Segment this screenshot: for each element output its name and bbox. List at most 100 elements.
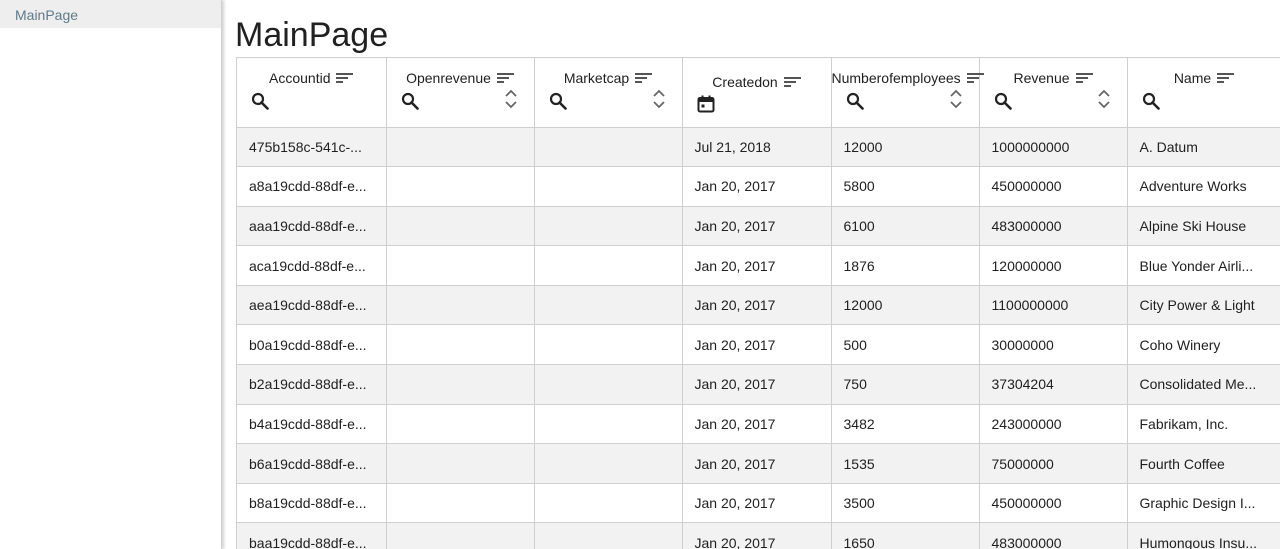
cell-openrevenue [386,483,535,524]
sort-icon[interactable] [783,76,801,88]
table-row[interactable]: b0a19cdd-88df-e... Jan 20, 2017 500 3000000… [237,324,1280,366]
cell-revenue: 483000000 [979,206,1128,247]
cell-numberofemployees: 1535 [831,443,980,484]
column-header-marketcap[interactable]: Marketcap [534,58,683,128]
search-icon[interactable] [549,92,567,110]
cell-createdon: Jan 20, 2017 [682,324,832,366]
cell-numberofemployees: 5800 [831,166,980,207]
cell-openrevenue [386,206,535,247]
cell-createdon: Jan 20, 2017 [682,285,832,326]
cell-createdon: Jan 20, 2017 [682,206,832,247]
sidebar-item-mainpage[interactable]: MainPage [0,0,221,28]
search-icon[interactable] [1142,92,1160,110]
sort-icon[interactable] [1075,72,1093,84]
cell-numberofemployees: 12000 [831,127,980,168]
table-row[interactable]: a8a19cdd-88df-e... Jan 20, 2017 5800 450000… [237,166,1280,207]
spinner-icon[interactable] [504,89,518,109]
cell-name: A. Datum [1127,127,1280,168]
search-icon[interactable] [994,92,1012,110]
search-icon[interactable] [401,92,419,110]
cell-name: Coho Winery [1127,324,1280,366]
cell-name: Graphic Design I... [1127,483,1280,524]
spinner-icon[interactable] [949,89,963,109]
column-header-numberofemployees[interactable]: Numberofemployees [831,58,984,128]
cell-name: Alpine Ski House [1127,206,1280,247]
search-icon[interactable] [251,92,269,110]
column-label: Name [1173,70,1212,86]
column-header-openrevenue[interactable]: Openrevenue [386,58,535,128]
sort-icon[interactable] [496,72,514,84]
cell-openrevenue [386,285,535,326]
column-label: Marketcap [563,70,630,86]
column-label: Numberofemployees [831,70,961,86]
cell-marketcap [534,285,683,326]
cell-name: Adventure Works [1127,166,1280,207]
cell-marketcap [534,404,683,445]
cell-openrevenue [386,443,535,484]
column-label: Createdon [712,74,778,90]
cell-createdon: Jan 20, 2017 [682,443,832,484]
cell-marketcap [534,127,683,168]
cell-name: Fabrikam, Inc. [1127,404,1280,445]
column-label: Accountid [269,70,331,86]
cell-revenue: 1000000000 [979,127,1128,168]
cell-accountid: a8a19cdd-88df-e... [237,166,387,207]
cell-revenue: 1100000000 [979,285,1128,326]
column-header-accountid[interactable]: Accountid [237,58,387,128]
table-row[interactable]: b2a19cdd-88df-e... Jan 20, 2017 750 3730420… [237,364,1280,405]
sort-icon[interactable] [635,72,653,84]
table-row[interactable]: baa19cdd-88df-e... Jan 20, 2017 1650 483000… [237,522,1280,549]
search-icon[interactable] [846,92,864,110]
cell-revenue: 75000000 [979,443,1128,484]
cell-createdon: Jan 20, 2017 [682,245,832,286]
cell-name: Consolidated Me... [1127,364,1280,405]
cell-revenue: 450000000 [979,483,1128,524]
cell-accountid: b6a19cdd-88df-e... [237,443,387,484]
calendar-icon[interactable] [697,95,715,113]
cell-revenue: 120000000 [979,245,1128,286]
column-header-name[interactable]: Name [1127,58,1280,128]
cell-createdon: Jan 20, 2017 [682,166,832,207]
cell-numberofemployees: 6100 [831,206,980,247]
cell-openrevenue [386,522,535,549]
cell-numberofemployees: 500 [831,324,980,366]
main-content: MainPage Accountid Openrevenue Marketcap Cr… [222,0,1280,549]
table-row[interactable]: b6a19cdd-88df-e... Jan 20, 2017 1535 750000… [237,443,1280,484]
table-row[interactable]: aea19cdd-88df-e... Jan 20, 2017 12000 11000… [237,285,1280,326]
cell-numberofemployees: 3482 [831,404,980,445]
cell-numberofemployees: 3500 [831,483,980,524]
table-row[interactable]: 475b158c-541c-... Jul 21, 2018 12000 100000… [237,127,1280,168]
cell-createdon: Jan 20, 2017 [682,364,832,405]
table-row[interactable]: aca19cdd-88df-e... Jan 20, 2017 1876 120000… [237,245,1280,286]
column-header-revenue[interactable]: Revenue [979,58,1128,128]
cell-marketcap [534,364,683,405]
cell-revenue: 37304204 [979,364,1128,405]
cell-accountid: b8a19cdd-88df-e... [237,483,387,524]
header-row: Accountid Openrevenue Marketcap Createdon Nu… [237,58,1280,128]
cell-numberofemployees: 12000 [831,285,980,326]
cell-accountid: b4a19cdd-88df-e... [237,404,387,445]
spinner-icon[interactable] [652,89,666,109]
grid-body: 475b158c-541c-... Jul 21, 2018 12000 100000… [237,127,1280,549]
cell-numberofemployees: 750 [831,364,980,405]
table-row[interactable]: b8a19cdd-88df-e... Jan 20, 2017 3500 450000… [237,483,1280,524]
cell-name: Blue Yonder Airli... [1127,245,1280,286]
column-title: Openrevenue [387,70,534,86]
data-grid: Accountid Openrevenue Marketcap Createdon Nu… [236,57,1280,549]
spinner-icon[interactable] [1097,89,1111,109]
table-row[interactable]: aaa19cdd-88df-e... Jan 20, 2017 6100 483000… [237,206,1280,247]
cell-openrevenue [386,245,535,286]
cell-revenue: 450000000 [979,166,1128,207]
cell-accountid: b2a19cdd-88df-e... [237,364,387,405]
cell-createdon: Jan 20, 2017 [682,483,832,524]
cell-accountid: baa19cdd-88df-e... [237,522,387,549]
column-header-createdon[interactable]: Createdon [682,58,832,128]
sort-icon[interactable] [336,72,354,84]
column-title: Accountid [237,70,386,86]
sort-icon[interactable] [1217,72,1235,84]
column-label: Revenue [1013,70,1070,86]
table-row[interactable]: b4a19cdd-88df-e... Jan 20, 2017 3482 243000… [237,404,1280,445]
cell-marketcap [534,483,683,524]
cell-createdon: Jan 20, 2017 [682,404,832,445]
cell-openrevenue [386,127,535,168]
